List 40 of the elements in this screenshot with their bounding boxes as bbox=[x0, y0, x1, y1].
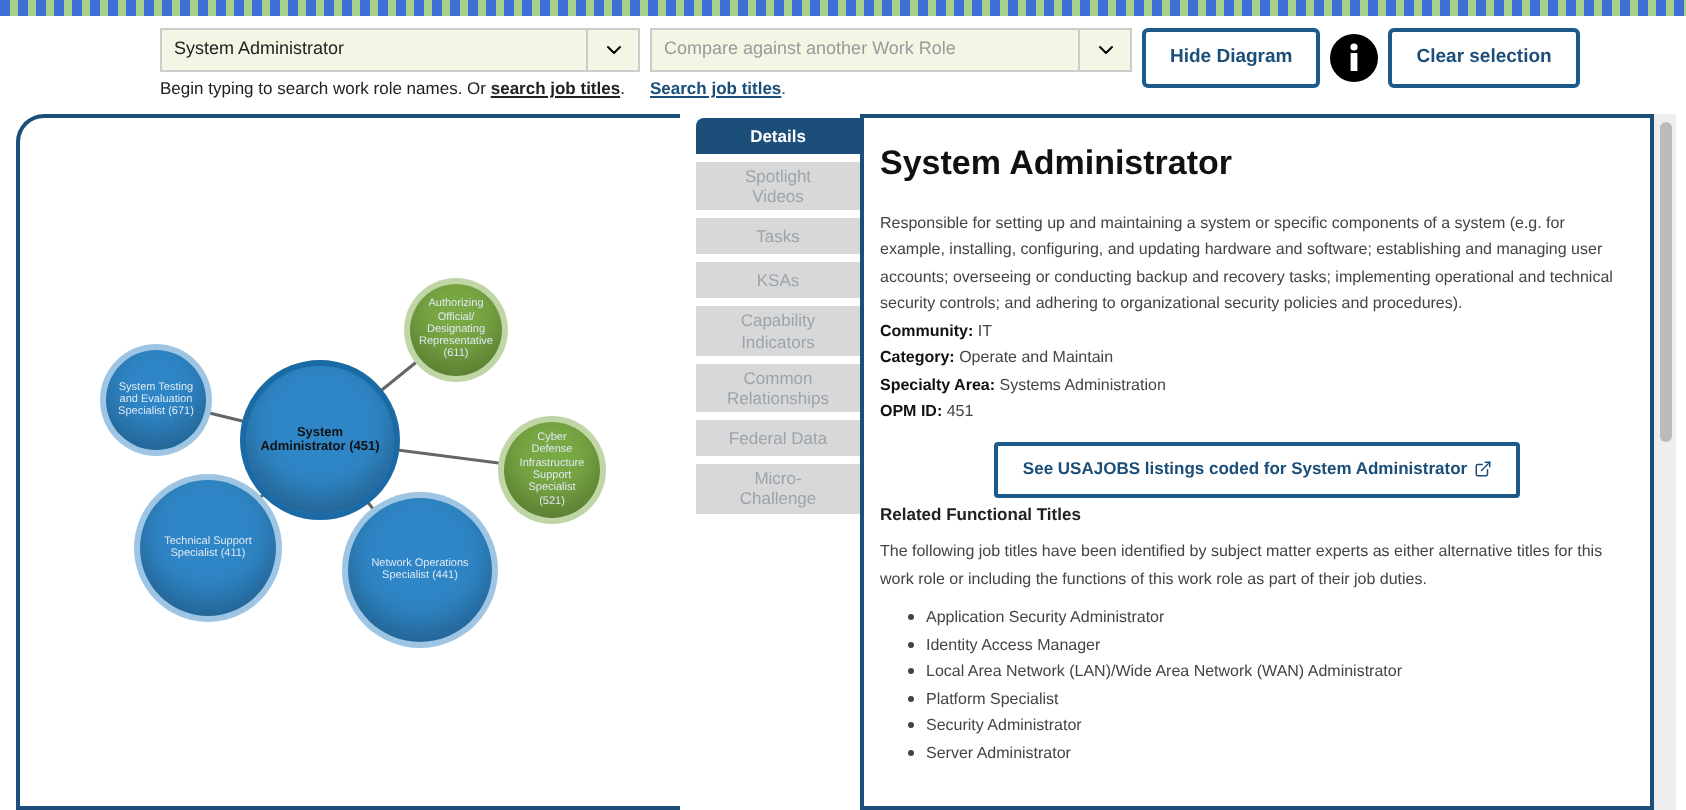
tab[interactable]: Spotlight Videos bbox=[696, 162, 860, 211]
external-link-icon bbox=[1473, 460, 1492, 478]
usajobs-link-button[interactable]: See USAJOBS listings coded for System Administrator bbox=[994, 441, 1520, 497]
tab[interactable]: Tasks bbox=[696, 218, 860, 255]
tab[interactable]: Federal Data bbox=[696, 420, 860, 457]
bullet-icon bbox=[908, 668, 914, 675]
related-title: Security Administrator bbox=[908, 712, 1634, 740]
action-button[interactable]: Clear selection bbox=[1388, 28, 1580, 88]
tab[interactable]: KSAs bbox=[696, 262, 860, 299]
bullet-icon bbox=[908, 695, 914, 702]
bullet-icon bbox=[908, 614, 914, 621]
scrollbar[interactable] bbox=[1654, 114, 1676, 810]
action-button[interactable]: Hide Diagram bbox=[1142, 28, 1321, 88]
role-description: Responsible for setting up and maintaining a system or specific components of a system (e.g. for example, installing, configuring, and updating hardware and software; establishing and managing user accounts; overseeing or conducting backup and recovery tasks; implementing operational and technical security controls; and adhering to organizational security policies and procedures). bbox=[880, 211, 1615, 316]
tab[interactable]: Micro-Challenge bbox=[696, 464, 860, 513]
related-heading: Related Functional Titles bbox=[880, 501, 1083, 527]
bullet-icon bbox=[908, 722, 914, 729]
tab[interactable]: Capability Indicators bbox=[696, 306, 860, 356]
search-job-titles-link[interactable]: search job titles bbox=[490, 78, 621, 98]
role-field: Category: Operate and Maintain bbox=[880, 344, 1634, 371]
related-title: Platform Specialist bbox=[908, 685, 1634, 713]
compare-select[interactable]: Compare against another Work Role bbox=[650, 28, 1132, 72]
role-title: System Administrator bbox=[880, 142, 1235, 186]
role-field: Specialty Area: Systems Administration bbox=[880, 371, 1634, 398]
tab[interactable]: Details bbox=[696, 118, 860, 154]
related-title: Identity Access Manager bbox=[908, 631, 1634, 659]
bullet-icon bbox=[908, 641, 914, 648]
bullet-icon bbox=[908, 749, 914, 756]
search-job-titles-link[interactable]: Search job titles bbox=[650, 78, 782, 98]
search-hint: Begin typing to search work role names. Or search job titles. bbox=[160, 76, 627, 102]
work-role-select[interactable]: System Administrator bbox=[160, 28, 640, 72]
related-intro: The following job titles have been identified by subject matter experts as either alternative titles for this work role or including the functions of this work role as part of their job duties. bbox=[880, 540, 1605, 592]
related-title: Server Administrator bbox=[908, 739, 1634, 767]
info-icon[interactable] bbox=[1330, 34, 1379, 82]
related-title: Local Area Network (LAN)/Wide Area Network (WAN) Administrator bbox=[908, 658, 1634, 686]
tab[interactable]: Common Relationships bbox=[696, 363, 860, 413]
hint-period: . bbox=[781, 78, 787, 98]
related-title: Application Security Administrator bbox=[908, 604, 1634, 632]
role-field: OPM ID: 451 bbox=[880, 398, 1634, 425]
role-field: Community: IT bbox=[880, 317, 1634, 344]
